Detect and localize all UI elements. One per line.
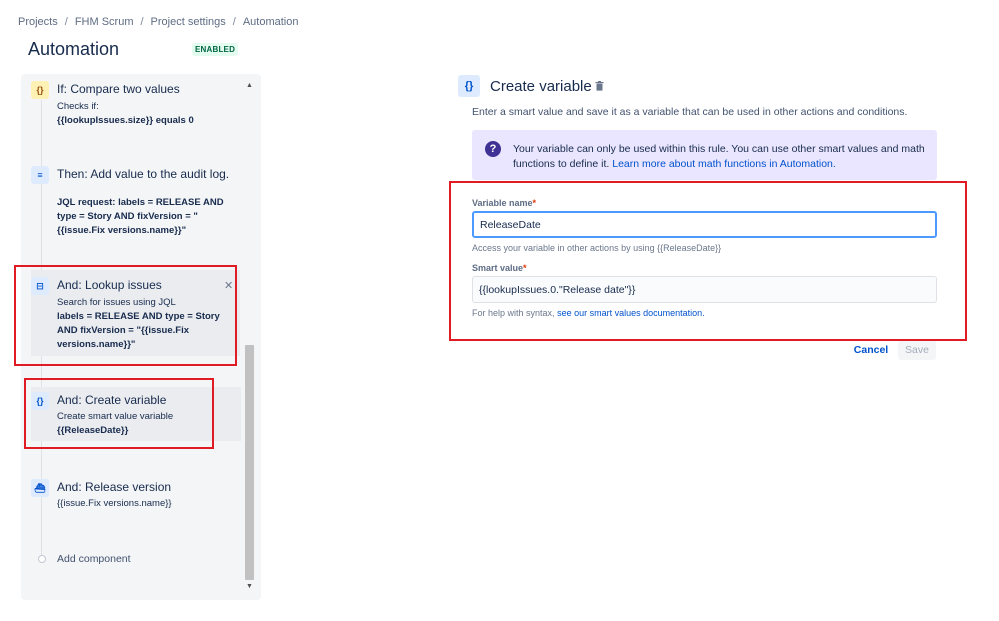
step-description: Search for issues using JQL labels = REL… — [57, 296, 233, 352]
remove-step-icon[interactable]: ✕ — [224, 279, 233, 292]
breadcrumb: Projects / FHM Scrum / Project settings / Auto… — [18, 16, 298, 28]
breadcrumb-separator: / — [140, 16, 144, 28]
required-asterisk: * — [523, 263, 527, 273]
step-title: If: Compare two values — [57, 82, 180, 96]
step-title: And: Lookup issues — [57, 278, 162, 292]
step-title: And: Release version — [57, 480, 172, 494]
editor-title: Create variable — [490, 78, 592, 95]
editor-description: Enter a smart value and save it as a var… — [472, 106, 908, 118]
smart-values-docs-link[interactable]: see our smart values documentation. — [557, 308, 705, 318]
create-variable-brackets-icon: {} — [31, 392, 49, 410]
breadcrumb-project-settings[interactable]: Project settings — [151, 16, 226, 28]
panel-scrollbar[interactable]: ▲ ▼ — [244, 80, 255, 593]
math-functions-link[interactable]: Learn more about math functions in Autom… — [612, 158, 836, 170]
create-variable-brackets-icon: {} — [458, 75, 480, 97]
breadcrumb-automation[interactable]: Automation — [243, 16, 299, 28]
step-description-line: Search for issues using JQL — [57, 297, 176, 308]
step-description-line: Checks if: — [57, 101, 99, 112]
add-component-dot-icon — [38, 555, 46, 563]
audit-log-icon: ≡ — [31, 166, 49, 184]
step-description-value: labels = RELEASE AND type = Story AND fi… — [57, 311, 220, 350]
variable-name-helper: Access your variable in other actions by… — [472, 243, 722, 253]
scrollbar-thumb[interactable] — [245, 345, 254, 580]
smart-value-help-text: For help with syntax, — [472, 308, 555, 318]
rule-step-compare-values[interactable]: {} If: Compare two values Checks if: {{l… — [31, 81, 241, 141]
breadcrumb-separator: / — [64, 16, 68, 28]
rule-step-lookup-issues[interactable]: ⊟ And: Lookup issues Search for issues u… — [31, 270, 240, 356]
step-description: Create smart value variable {{ReleaseDat… — [57, 410, 233, 438]
smart-value-helper: For help with syntax, see our smart valu… — [472, 308, 705, 318]
step-title: Then: Add value to the audit log. — [57, 167, 230, 181]
variable-name-input[interactable] — [472, 211, 937, 238]
rule-step-release-version[interactable]: ⛴ And: Release version {{issue.Fix versi… — [31, 479, 241, 519]
smart-value-label-text: Smart value — [472, 263, 524, 273]
smart-value-label: Smart value* — [472, 263, 527, 273]
step-description-value: {{ReleaseDate}} — [57, 425, 129, 436]
scroll-down-arrow-icon[interactable]: ▼ — [244, 581, 255, 593]
variable-name-label-text: Variable name — [472, 198, 533, 208]
question-circle-icon: ? — [485, 141, 501, 157]
breadcrumb-projects[interactable]: Projects — [18, 16, 58, 28]
status-badge: ENABLED — [192, 43, 239, 56]
page-title: Automation — [28, 39, 120, 59]
step-description-value: {{lookupIssues.size}} equals 0 — [57, 115, 194, 126]
smart-value-input[interactable] — [472, 276, 937, 303]
condition-brackets-icon: {} — [31, 81, 49, 99]
step-title: And: Create variable — [57, 393, 167, 407]
info-text: Your variable can only be used within th… — [513, 142, 928, 172]
cancel-button[interactable]: Cancel — [850, 341, 892, 359]
step-description-line: {{issue.Fix versions.name}} — [57, 498, 172, 509]
required-asterisk: * — [532, 198, 537, 208]
rule-step-create-variable[interactable]: {} And: Create variable Create smart val… — [31, 387, 241, 441]
breadcrumb-project[interactable]: FHM Scrum — [75, 16, 134, 28]
step-description-value: JQL request: labels = RELEASE AND type =… — [57, 197, 224, 236]
breadcrumb-separator: / — [232, 16, 236, 28]
step-description: Checks if: {{lookupIssues.size}} equals … — [57, 100, 233, 128]
save-button[interactable]: Save — [898, 340, 936, 360]
trash-icon[interactable] — [595, 81, 604, 91]
step-description-line: Create smart value variable — [57, 411, 174, 422]
rule-step-audit-log[interactable]: ≡ Then: Add value to the audit log. JQL … — [31, 166, 241, 246]
lookup-issues-icon: ⊟ — [31, 277, 49, 295]
info-panel: ? Your variable can only be used within … — [472, 130, 937, 180]
add-component-button[interactable]: Add component — [57, 553, 131, 565]
release-ship-icon: ⛴ — [31, 479, 49, 497]
scroll-up-arrow-icon[interactable]: ▲ — [244, 80, 255, 92]
variable-name-label: Variable name* — [472, 198, 536, 208]
